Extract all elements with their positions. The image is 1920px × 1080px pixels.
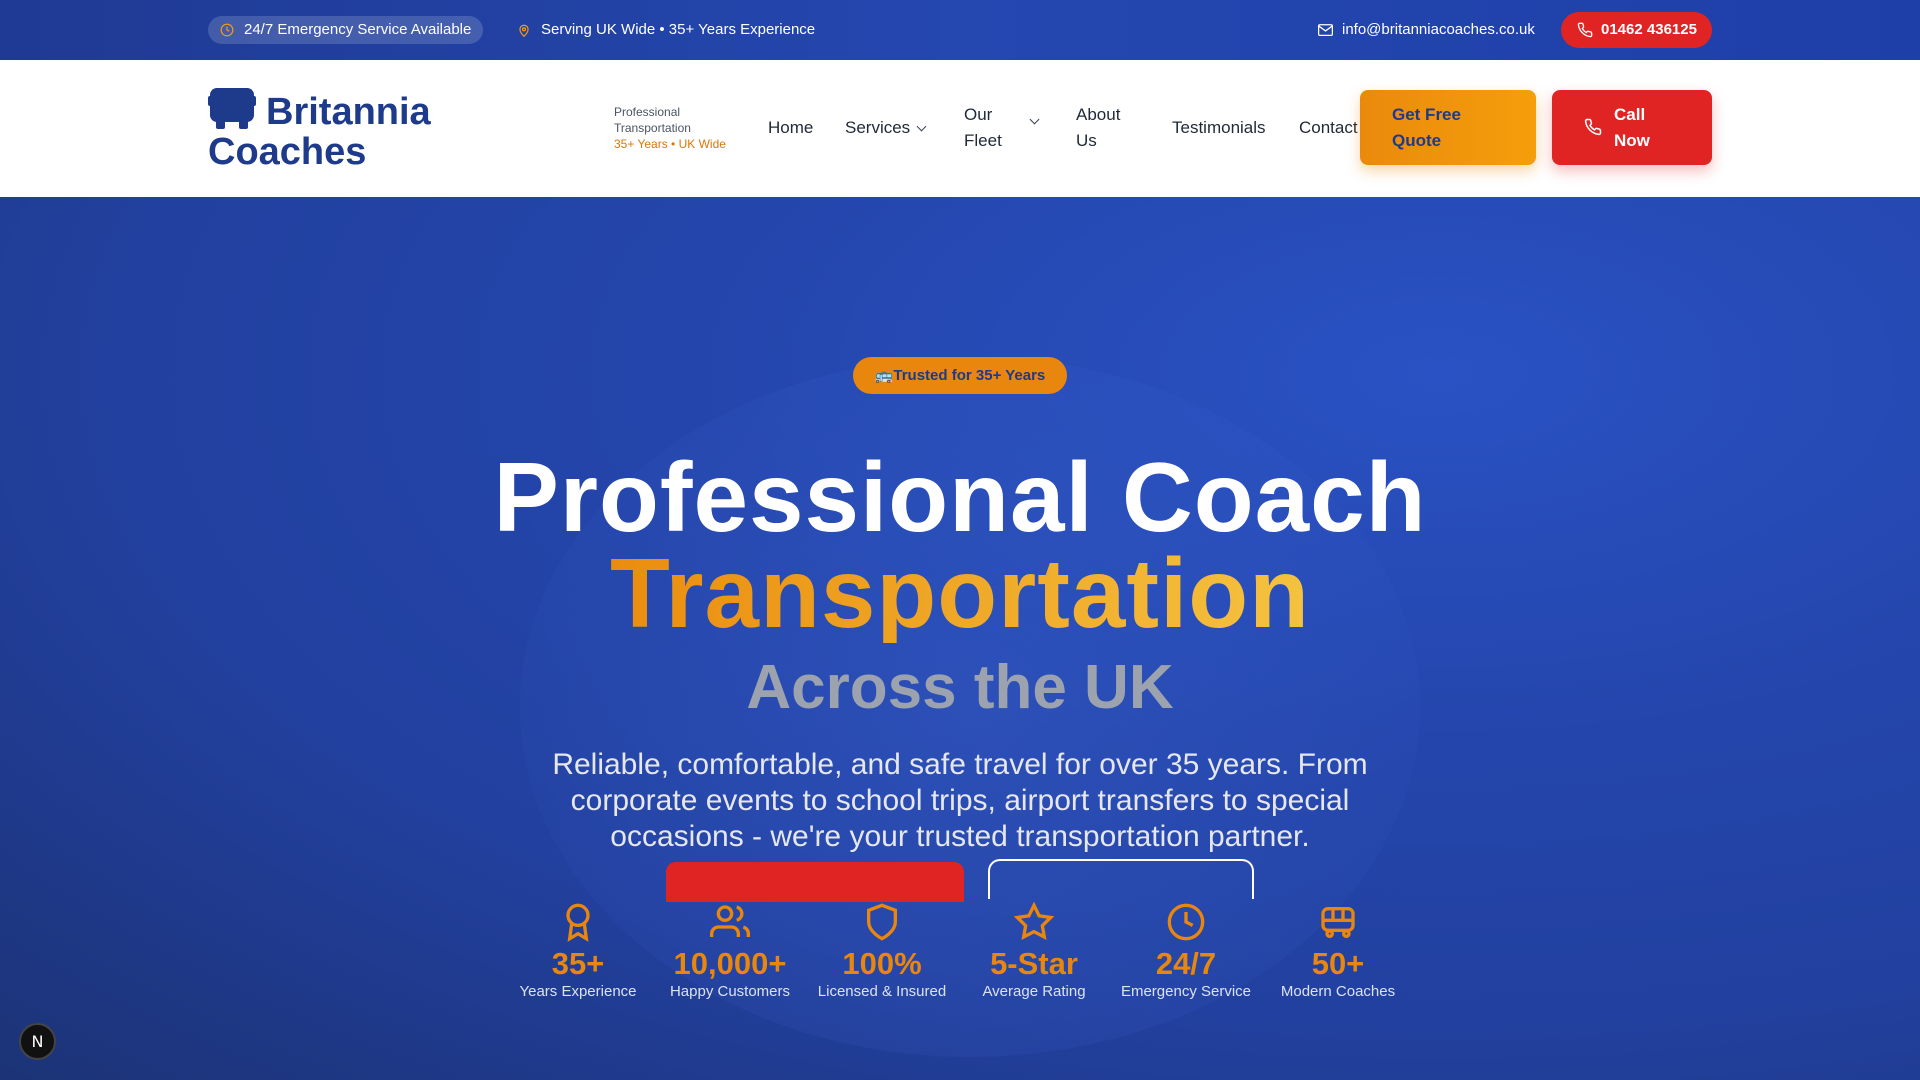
- nav-fleet-label-2: Fleet: [964, 131, 1002, 150]
- location-text: Serving UK Wide • 35+ Years Experience: [541, 21, 816, 38]
- star-icon: [1014, 902, 1054, 941]
- stat-value: 10,000+: [673, 946, 787, 981]
- get-free-quote-button[interactable]: Get Free Quote: [1360, 90, 1536, 165]
- stat-customers: 10,000+ Happy Customers: [655, 902, 805, 1002]
- trusted-badge: 🚌Trusted for 35+ Years: [853, 357, 1067, 394]
- secondary-cta-button[interactable]: [988, 859, 1254, 899]
- stats-row: 35+ Years Experience 10,000+ Happy Custo…: [503, 902, 1417, 1012]
- stat-value: 35+: [551, 946, 605, 981]
- stat-licensed: 100% Licensed & Insured: [807, 902, 957, 1002]
- users-icon: [710, 905, 750, 937]
- call-now-button[interactable]: Call Now: [1552, 90, 1712, 165]
- nav-our-fleet[interactable]: Our Fleet: [964, 102, 1054, 154]
- shield-icon: [867, 903, 897, 941]
- chevron-down-icon: [916, 121, 927, 132]
- nav-home[interactable]: Home: [768, 115, 813, 141]
- nav-services[interactable]: Services: [845, 115, 927, 141]
- nav-about-label-2: Us: [1076, 131, 1097, 150]
- stat-coaches: 50+ Modern Coaches: [1263, 902, 1413, 1002]
- nav-about-us[interactable]: About Us: [1076, 102, 1120, 154]
- bus-icon: [1321, 907, 1355, 938]
- tagline-line-2: Transportation: [614, 121, 691, 135]
- stat-years: 35+ Years Experience: [503, 902, 653, 1002]
- stat-label: Years Experience: [519, 983, 637, 1000]
- dev-tools-badge[interactable]: N: [19, 1023, 56, 1060]
- stat-label: Average Rating: [982, 983, 1086, 1000]
- logo-line-1: Britannia: [266, 91, 431, 133]
- mail-icon: [1318, 24, 1333, 36]
- main-nav: Britannia Coaches Professional Transport…: [0, 60, 1920, 197]
- phone-icon: [1584, 118, 1602, 136]
- nav-about-label-1: About: [1076, 105, 1121, 124]
- topbar-phone-button[interactable]: 01462 436125: [1561, 12, 1712, 48]
- stat-label: Emergency Service: [1120, 983, 1252, 1000]
- topbar-phone-text: 01462 436125: [1601, 21, 1697, 38]
- hero-title-line-3: Across the UK: [746, 653, 1174, 722]
- top-bar: 24/7 Emergency Service Available Serving…: [0, 0, 1920, 60]
- email-link[interactable]: info@britanniacoaches.co.uk: [1318, 16, 1535, 44]
- primary-cta-button[interactable]: [666, 862, 964, 902]
- phone-icon: [1577, 22, 1593, 38]
- hero-lead: Reliable, comfortable, and safe travel f…: [552, 748, 1368, 853]
- nav-fleet-label-1: Our: [964, 105, 993, 124]
- award-icon: [566, 903, 590, 942]
- clock-icon: [1167, 903, 1205, 941]
- call-label-2: Now: [1614, 131, 1650, 150]
- stat-emergency: 24/7 Emergency Service: [1111, 902, 1261, 1002]
- location-info: Serving UK Wide • 35+ Years Experience: [517, 16, 815, 44]
- map-pin-icon: [519, 24, 529, 38]
- clock-icon: [220, 23, 234, 37]
- tagline: Professional Transportation 35+ Years • …: [614, 104, 744, 152]
- stat-label: Licensed & Insured: [817, 983, 947, 1000]
- stat-value: 24/7: [1155, 946, 1217, 981]
- emergency-text: 24/7 Emergency Service Available: [244, 21, 472, 38]
- stat-label: Modern Coaches: [1280, 983, 1396, 1000]
- call-label-1: Call: [1614, 105, 1646, 124]
- stat-label: Happy Customers: [669, 983, 791, 1000]
- stat-rating: 5-Star Average Rating: [959, 902, 1109, 1002]
- tagline-line-1: Professional: [614, 105, 681, 119]
- logo[interactable]: Britannia Coaches: [208, 92, 468, 172]
- stat-value: 50+: [1311, 946, 1365, 981]
- hero-title-line-2: Transportation: [0, 543, 1920, 643]
- stat-value: 100%: [842, 946, 922, 981]
- stat-value: 5-Star: [990, 946, 1078, 981]
- nav-testimonials[interactable]: Testimonials: [1172, 115, 1266, 141]
- nav-services-label: Services: [845, 118, 911, 137]
- emergency-pill: 24/7 Emergency Service Available: [208, 16, 484, 44]
- hero-title-line-1: Professional Coach: [493, 442, 1427, 552]
- nav-contact[interactable]: Contact: [1299, 115, 1358, 141]
- hero-section: 🚌Trusted for 35+ Years Professional Coac…: [0, 197, 1920, 1080]
- email-text: info@britanniacoaches.co.uk: [1342, 21, 1535, 38]
- quote-label-1: Get Free: [1392, 105, 1461, 124]
- logo-line-2: Coaches: [208, 131, 367, 173]
- quote-label-2: Quote: [1392, 131, 1442, 150]
- tagline-accent: 35+ Years • UK Wide: [614, 137, 726, 151]
